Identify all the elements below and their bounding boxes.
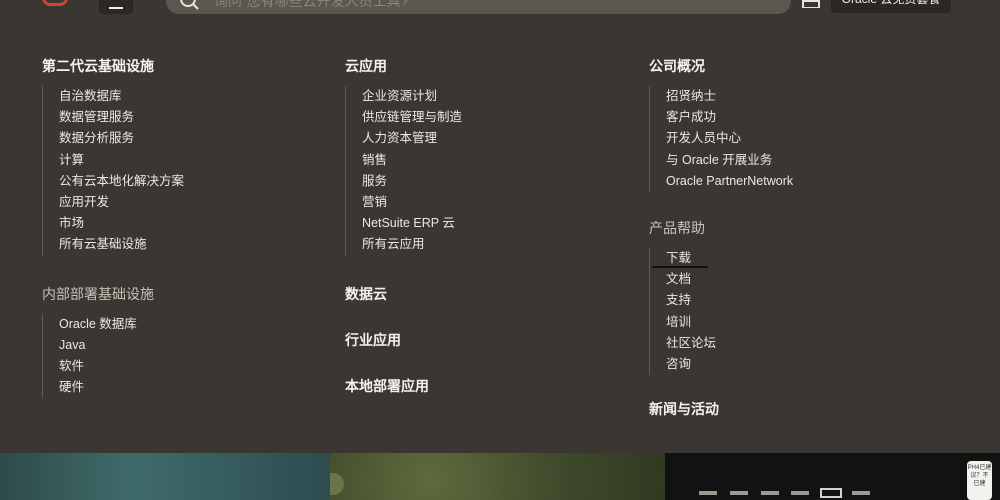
menu-item[interactable]: 供应链管理与制造 (362, 107, 635, 128)
search-input[interactable] (214, 0, 774, 14)
menu-item[interactable]: 所有云应用 (362, 234, 635, 255)
menu-item[interactable]: 自治数据库 (59, 86, 332, 107)
menu-item[interactable]: 人力资本管理 (362, 128, 635, 149)
oracle-logo-icon[interactable] (42, 0, 68, 6)
menu-item[interactable]: 招贤纳士 (666, 86, 969, 107)
menu-item[interactable]: 计算 (59, 150, 332, 171)
carousel-dot[interactable] (791, 491, 809, 495)
menu-item[interactable]: 文档 (666, 269, 969, 290)
menu-item[interactable]: 开发人员中心 (666, 128, 969, 149)
search-bar[interactable] (166, 0, 791, 14)
menu-item[interactable]: 下载 (666, 248, 969, 269)
carousel-dot[interactable] (761, 491, 779, 495)
menu-item[interactable]: Java (59, 335, 332, 356)
menu-item[interactable]: 社区论坛 (666, 333, 969, 354)
menu-item[interactable]: Oracle 数据库 (59, 314, 332, 335)
section-list: Oracle 数据库 Java 软件 硬件 (42, 313, 332, 399)
section-heading[interactable]: 内部部署基础设施 (42, 284, 332, 304)
menu-item[interactable]: 市场 (59, 213, 332, 234)
menu-item[interactable]: 客户成功 (666, 107, 969, 128)
carousel-dot[interactable] (699, 491, 717, 495)
section-heading[interactable]: 第二代云基础设施 (42, 56, 332, 76)
menu-column-applications: 云应用 企业资源计划 供应链管理与制造 人力资本管理 销售 服务 营销 NetS… (345, 56, 635, 396)
menu-item[interactable]: 软件 (59, 356, 332, 377)
top-bar: Oracle 云免费套餐 (0, 0, 1000, 20)
section-heading[interactable]: 云应用 (345, 56, 635, 76)
menu-item[interactable]: 销售 (362, 150, 635, 171)
carousel-dot-selected[interactable] (820, 488, 842, 498)
chat-widget-text: 已建 (973, 481, 986, 487)
section-heading[interactable]: 行业应用 (345, 330, 635, 350)
menu-item[interactable]: 支持 (666, 290, 969, 311)
menu-item[interactable]: 企业资源计划 (362, 86, 635, 107)
menu-item[interactable]: 公有云本地化解决方案 (59, 171, 332, 192)
carousel-dot[interactable] (852, 491, 870, 495)
section-list: 招贤纳士 客户成功 开发人员中心 与 Oracle 开展业务 Oracle Pa… (649, 86, 969, 192)
menu-item[interactable]: 硬件 (59, 377, 332, 398)
section-heading[interactable]: 本地部署应用 (345, 376, 635, 396)
section-heading[interactable]: 产品帮助 (649, 218, 969, 238)
carousel-handle[interactable] (330, 473, 344, 495)
section-list: 企业资源计划 供应链管理与制造 人力资本管理 销售 服务 营销 NetSuite… (345, 86, 635, 256)
chat-widget-text: PH4已建 (967, 465, 992, 471)
chat-widget[interactable]: PH4已建 议？不 已建 (967, 461, 992, 500)
menu-item[interactable]: 数据分析服务 (59, 128, 332, 149)
menu-item[interactable]: 所有云基础设施 (59, 234, 332, 255)
hamburger-icon (109, 7, 123, 9)
menu-item[interactable]: 应用开发 (59, 192, 332, 213)
section-heading[interactable]: 公司概况 (649, 56, 969, 76)
hero-image[interactable] (330, 453, 665, 500)
hover-underline (652, 266, 708, 268)
account-icon[interactable] (801, 0, 821, 8)
hero-carousel-strip (0, 453, 1000, 500)
menu-item[interactable]: 培训 (666, 312, 969, 333)
menu-item[interactable]: 数据管理服务 (59, 107, 332, 128)
menu-column-company: 公司概况 招贤纳士 客户成功 开发人员中心 与 Oracle 开展业务 Orac… (649, 56, 969, 419)
menu-item[interactable]: 咨询 (666, 354, 969, 375)
hero-image[interactable] (0, 453, 330, 500)
menu-item[interactable]: 与 Oracle 开展业务 (666, 150, 969, 171)
section-heading[interactable]: 数据云 (345, 284, 635, 304)
menu-button[interactable] (99, 0, 133, 14)
section-heading[interactable]: 新闻与活动 (649, 399, 969, 419)
free-tier-button[interactable]: Oracle 云免费套餐 (831, 0, 951, 13)
chat-widget-text: 议？不 (970, 473, 989, 479)
menu-item[interactable]: Oracle PartnerNetwork (666, 171, 969, 192)
menu-item[interactable]: NetSuite ERP 云 (362, 213, 635, 234)
section-list: 自治数据库 数据管理服务 数据分析服务 计算 公有云本地化解决方案 应用开发 市… (42, 86, 332, 256)
menu-item[interactable]: 服务 (362, 171, 635, 192)
menu-item[interactable]: 营销 (362, 192, 635, 213)
search-icon (180, 0, 199, 10)
menu-column-infrastructure: 第二代云基础设施 自治数据库 数据管理服务 数据分析服务 计算 公有云本地化解决… (42, 56, 332, 399)
carousel-dot[interactable] (730, 491, 748, 495)
